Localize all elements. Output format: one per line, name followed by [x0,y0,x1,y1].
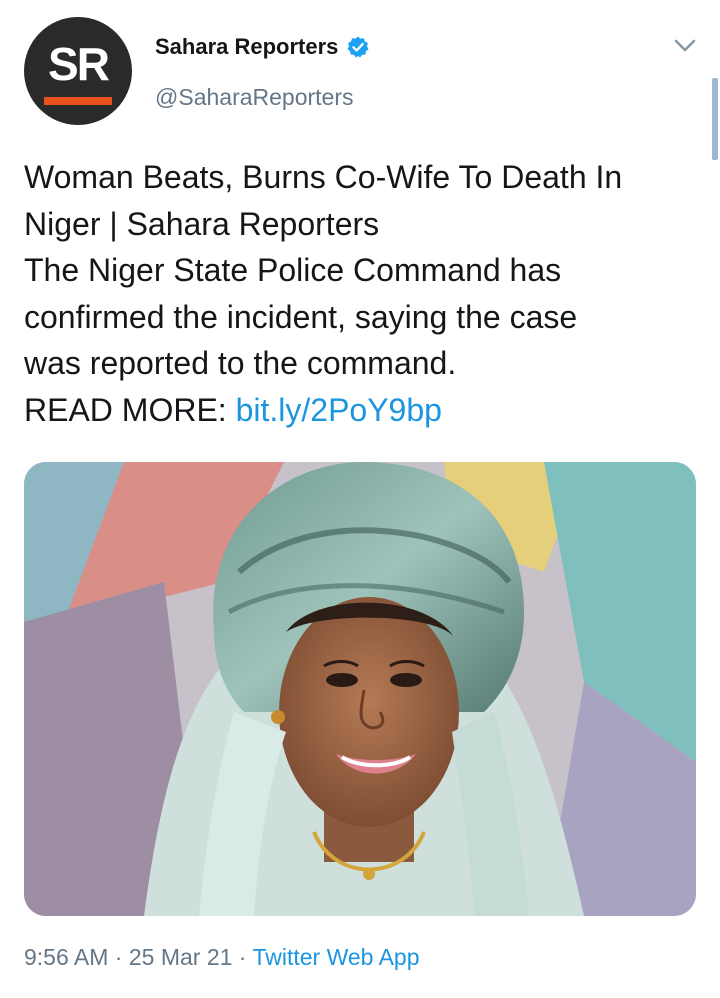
meta-separator: · [238,944,247,970]
tweet-line: was reported to the command. [24,345,457,381]
meta-separator: · [114,944,123,970]
tweet-metadata: 9:56 AM · 25 Mar 21 · Twitter Web App [24,944,420,971]
verified-badge-icon [347,36,369,58]
author-name-row: Sahara Reporters [155,34,370,60]
avatar-logo-text: SR [48,38,110,90]
tweet-text: Woman Beats, Burns Co-Wife To Death In N… [24,154,704,433]
tweet-media-image[interactable] [24,462,696,916]
author-display-name[interactable]: Sahara Reporters [155,34,338,60]
read-more-line: READ MORE: bit.ly/2PoY9bp [24,387,704,434]
read-more-label: READ MORE: [24,391,227,428]
tweet-date[interactable]: 25 Mar 21 [129,944,233,970]
tweet-line: confirmed the incident, saying the case [24,298,578,335]
tweet-line: Woman Beats, Burns Co-Wife To Death In [24,159,623,195]
tweet-link[interactable]: bit.ly/2PoY9bp [236,392,442,428]
scrollbar-thumb[interactable] [712,78,718,160]
portrait-photo [24,462,696,916]
tweet-line: Niger | Sahara Reporters [24,205,380,242]
tweet-source-link[interactable]: Twitter Web App [252,944,419,970]
avatar[interactable]: SR [24,17,132,125]
avatar-logo-bar [44,97,112,105]
chevron-down-icon[interactable] [672,36,698,56]
tweet-line: The Niger State Police Command has [24,252,562,288]
author-handle[interactable]: @SaharaReporters [155,84,354,111]
tweet-time[interactable]: 9:56 AM [24,944,108,970]
